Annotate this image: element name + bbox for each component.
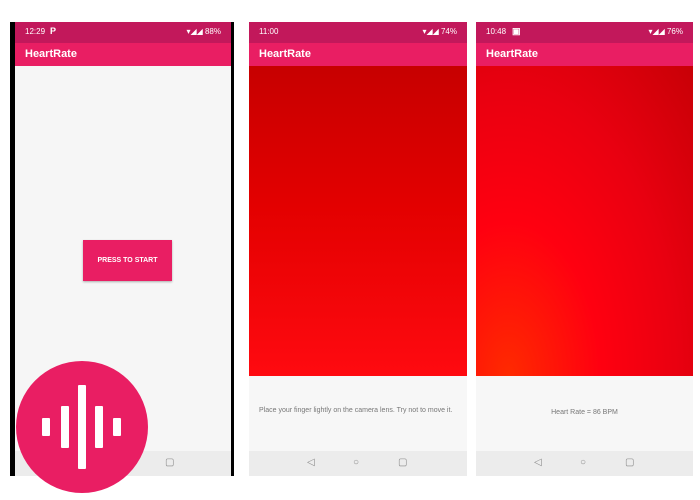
- heart-rate-result: Heart Rate = 86 BPM: [551, 409, 618, 416]
- instruction-text: Place your finger lightly on the camera …: [259, 407, 453, 414]
- app-bar: HeartRate: [249, 43, 467, 66]
- home-icon[interactable]: ○: [580, 457, 586, 468]
- app-title: HeartRate: [259, 48, 311, 60]
- app-bar: HeartRate: [15, 43, 231, 66]
- app-title: HeartRate: [486, 48, 538, 60]
- app-bar: HeartRate: [476, 43, 693, 66]
- app-title: HeartRate: [25, 48, 77, 60]
- status-bar: 10:48 ▣ ▾◢◢ 76%: [476, 22, 693, 43]
- back-icon[interactable]: ◁: [534, 457, 542, 468]
- recents-icon[interactable]: ▢: [165, 457, 174, 468]
- status-bar: 11:00 ▾◢◢ 74%: [249, 22, 467, 43]
- status-time: 12:29: [25, 27, 46, 36]
- back-icon[interactable]: ◁: [307, 457, 315, 468]
- status-battery: ▾◢◢ 88%: [186, 27, 221, 36]
- status-battery: ▾◢◢ 74%: [422, 27, 457, 36]
- status-time: 10:48: [486, 27, 507, 36]
- status-bar: 12:29 P ▾◢◢ 88%: [15, 22, 231, 43]
- phone-screen-measuring: 11:00 ▾◢◢ 74% HeartRate Place your finge…: [249, 22, 467, 476]
- app-logo: [16, 361, 148, 493]
- nav-bar: ◁ ○ ▢: [476, 451, 693, 476]
- audio-wave-icon: [42, 385, 121, 469]
- camera-preview: [249, 66, 467, 376]
- signal-icon: ▾◢◢: [186, 27, 205, 36]
- press-to-start-button[interactable]: PRESS TO START: [83, 240, 172, 281]
- recents-icon[interactable]: ▢: [625, 457, 634, 468]
- status-battery: ▾◢◢ 76%: [648, 27, 683, 36]
- status-time: 11:00: [259, 27, 279, 36]
- home-icon[interactable]: ○: [353, 457, 359, 468]
- notification-icon: P: [50, 26, 57, 36]
- phone-screen-result: 10:48 ▣ ▾◢◢ 76% HeartRate Heart Rate = 8…: [476, 22, 693, 476]
- image-icon: ▣: [512, 26, 521, 36]
- camera-preview: [476, 66, 693, 376]
- recents-icon[interactable]: ▢: [398, 457, 407, 468]
- nav-bar: ◁ ○ ▢: [249, 451, 467, 476]
- signal-icon: ▾◢◢: [422, 27, 441, 36]
- signal-icon: ▾◢◢: [648, 27, 667, 36]
